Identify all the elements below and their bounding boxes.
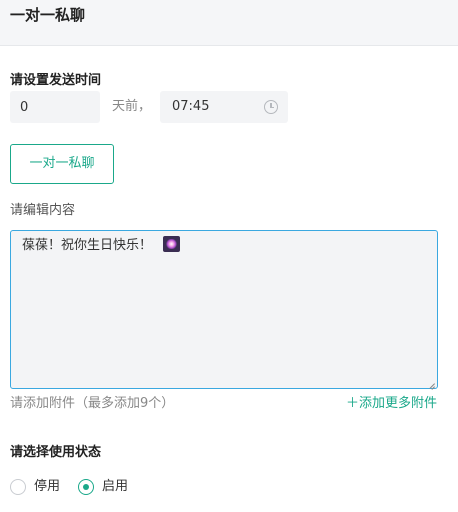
time-picker[interactable]: 07:45 [160, 91, 288, 123]
status-disable-radio[interactable] [10, 479, 26, 495]
page-title: 一对一私聊 [10, 6, 86, 24]
usage-status-label: 请选择使用状态 [10, 445, 102, 460]
message-textarea[interactable]: 葆葆！祝你生日快乐！ [10, 230, 438, 389]
add-more-attachments-link[interactable]: ＋添加更多附件 [346, 396, 437, 412]
one-on-one-chat-button[interactable]: 一对一私聊 [10, 144, 114, 184]
message-text: 葆葆！祝你生日快乐！ [22, 238, 153, 253]
days-before-input[interactable] [10, 91, 100, 123]
status-disable-label[interactable]: 停用 [34, 479, 60, 495]
status-enable-label[interactable]: 启用 [102, 479, 128, 495]
page-header: 一对一私聊 [0, 0, 458, 46]
resize-handle-icon[interactable] [428, 379, 436, 387]
attachment-hint: 请添加附件（最多添加9个） [10, 396, 175, 411]
edit-content-label: 请编辑内容 [10, 203, 76, 218]
send-time-label: 请设置发送时间 [10, 73, 102, 88]
clock-icon [264, 100, 278, 114]
status-enable-radio[interactable] [78, 479, 94, 495]
days-suffix-label: 天前， [112, 99, 152, 114]
time-value: 07:45 [172, 99, 210, 114]
sparkle-icon [163, 236, 180, 252]
